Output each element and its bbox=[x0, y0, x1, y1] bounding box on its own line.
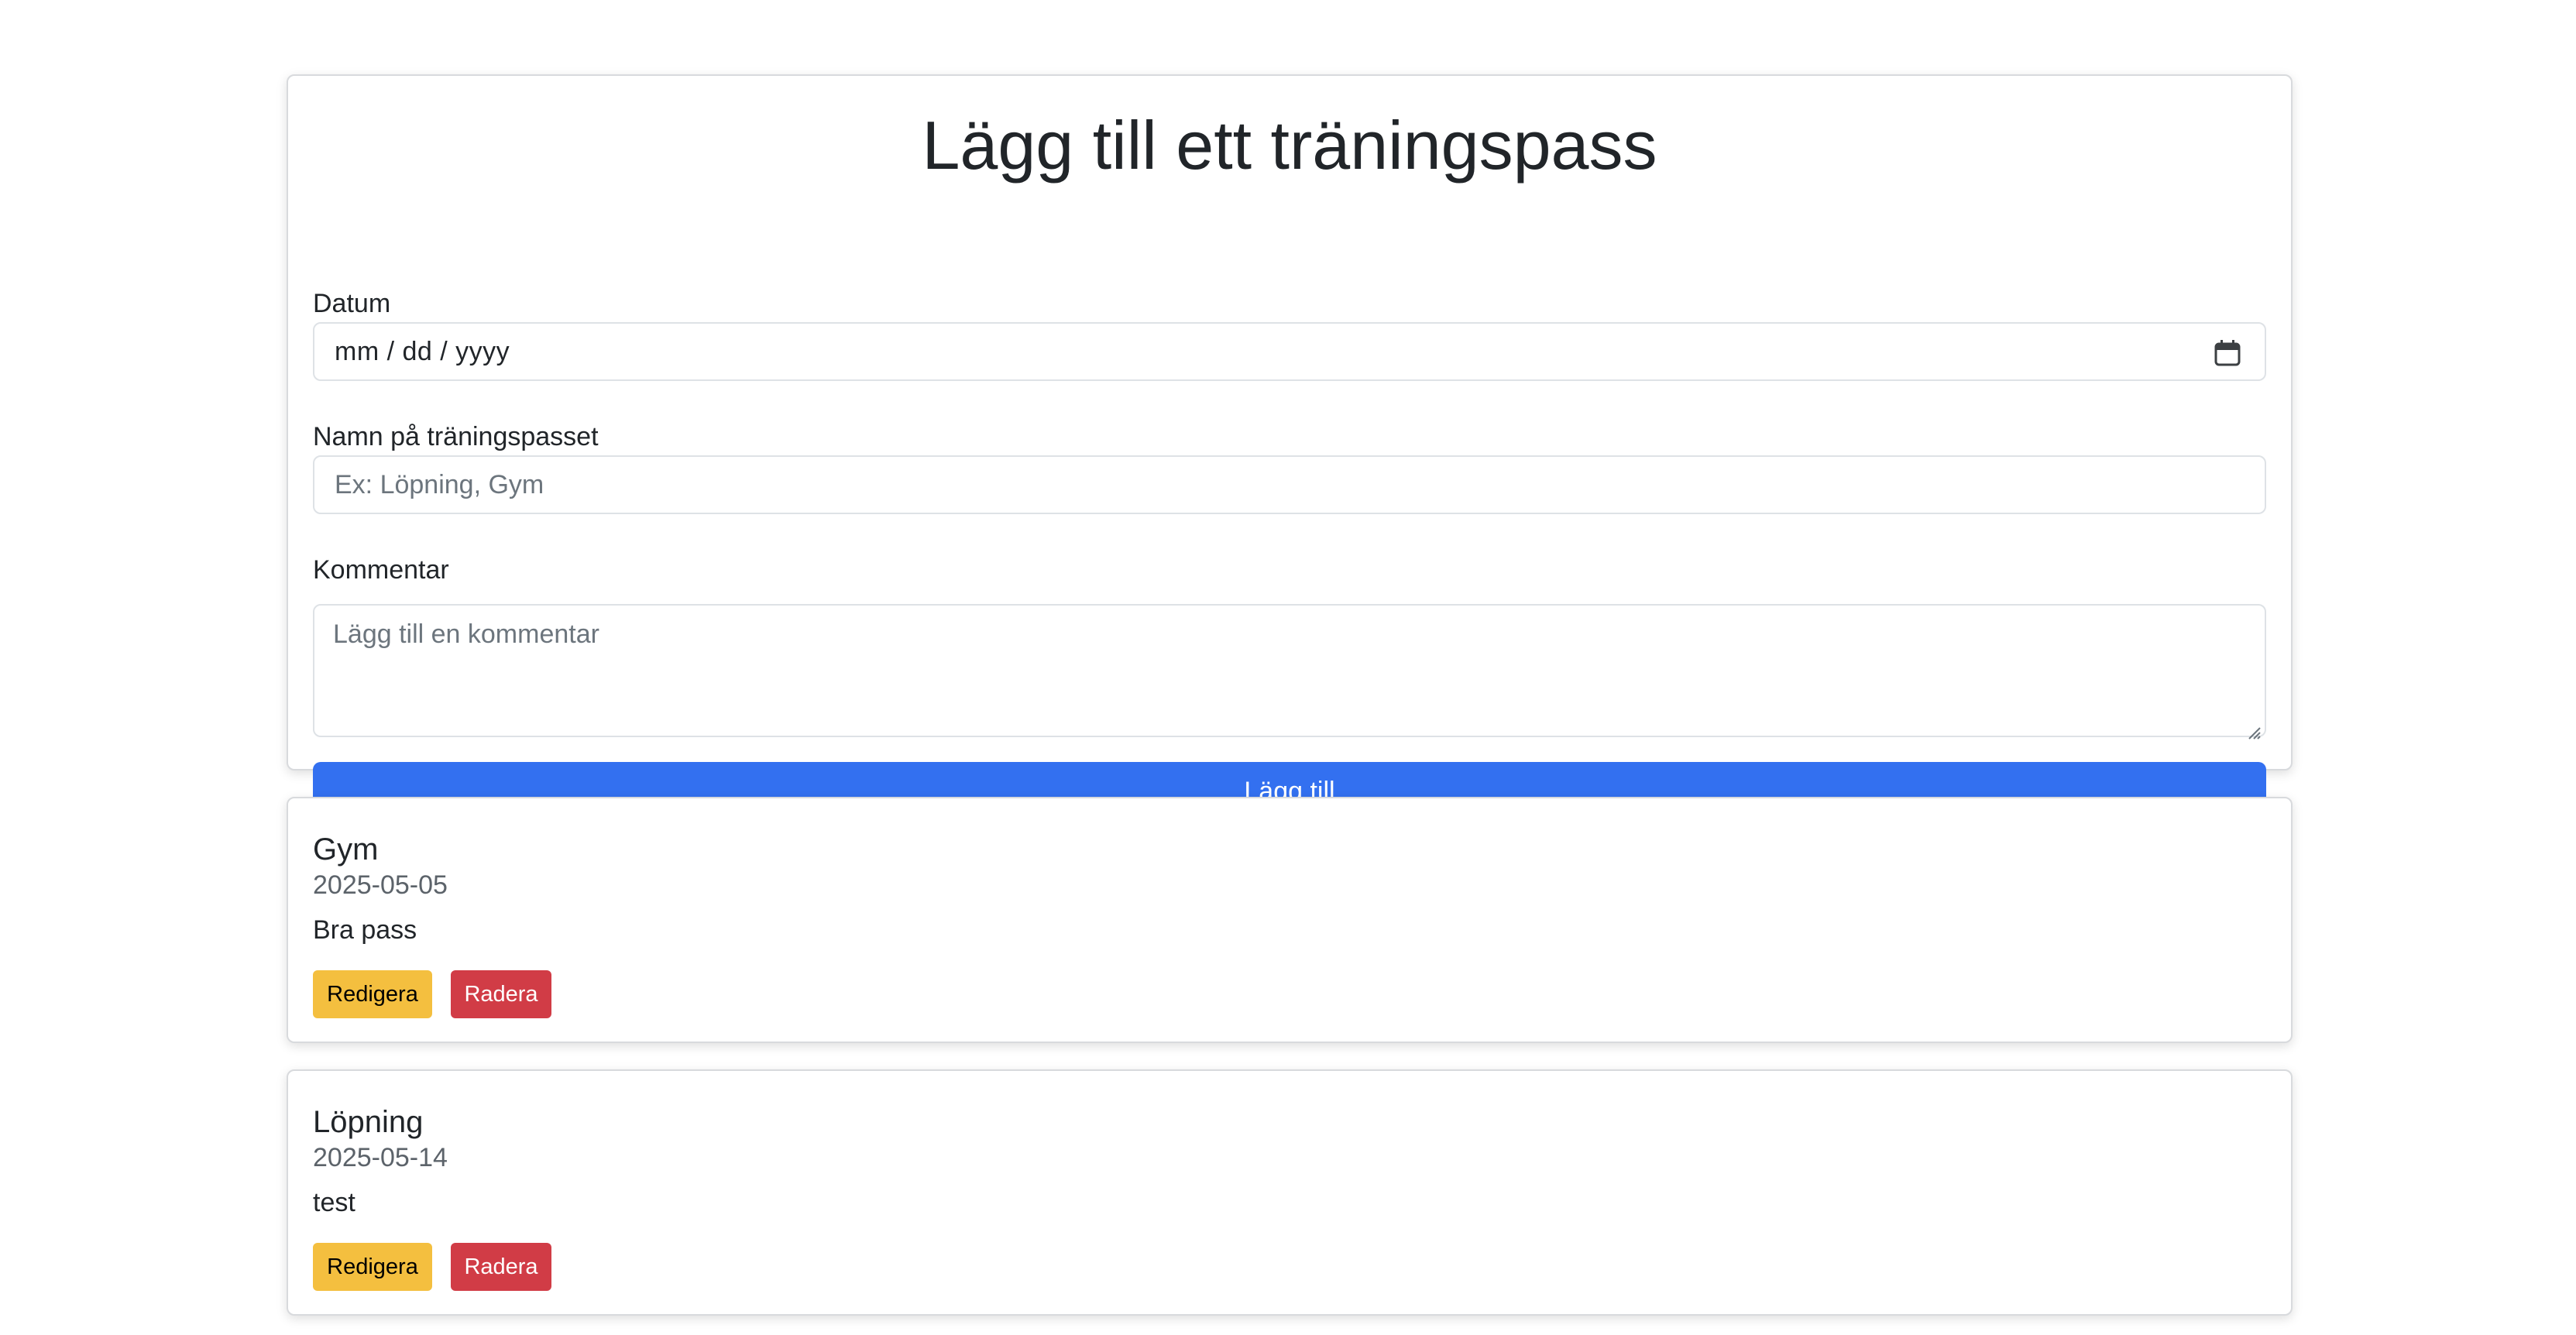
workout-name: Gym bbox=[313, 832, 379, 867]
date-label: Datum bbox=[313, 289, 391, 318]
date-input-value: mm / dd / yyyy bbox=[335, 336, 510, 366]
add-workout-form: Lägg till ett träningspass Datum mm / dd… bbox=[287, 74, 2293, 821]
workout-comment: Bra pass bbox=[313, 915, 417, 945]
edit-button[interactable]: Redigera bbox=[313, 1243, 432, 1291]
workout-card: Löpning 2025-05-14 test Redigera Radera bbox=[287, 1069, 2293, 1316]
date-input[interactable]: mm / dd / yyyy bbox=[313, 322, 2266, 381]
workout-date: 2025-05-05 bbox=[313, 870, 448, 900]
workout-card: Gym 2025-05-05 Bra pass Redigera Radera bbox=[287, 797, 2293, 1043]
comment-textarea[interactable]: Lägg till en kommentar bbox=[313, 604, 2266, 740]
comment-label: Kommentar bbox=[313, 555, 449, 585]
name-label: Namn på träningspasset bbox=[313, 422, 599, 451]
workout-name-placeholder: Ex: Löpning, Gym bbox=[335, 469, 544, 499]
calendar-icon[interactable] bbox=[2214, 339, 2241, 367]
workout-comment: test bbox=[313, 1188, 355, 1217]
resize-handle-icon[interactable] bbox=[2246, 717, 2262, 740]
delete-button[interactable]: Radera bbox=[451, 1243, 551, 1291]
workout-name-input[interactable]: Ex: Löpning, Gym bbox=[313, 455, 2266, 514]
main-container: Lägg till ett träningspass Datum mm / dd… bbox=[287, 74, 2293, 1316]
workout-name: Löpning bbox=[313, 1105, 424, 1139]
comment-placeholder: Lägg till en kommentar bbox=[333, 619, 599, 649]
delete-button[interactable]: Radera bbox=[451, 970, 551, 1018]
workout-date: 2025-05-14 bbox=[313, 1143, 448, 1172]
page-title: Lägg till ett träningspass bbox=[922, 107, 1657, 184]
edit-button[interactable]: Redigera bbox=[313, 970, 432, 1018]
